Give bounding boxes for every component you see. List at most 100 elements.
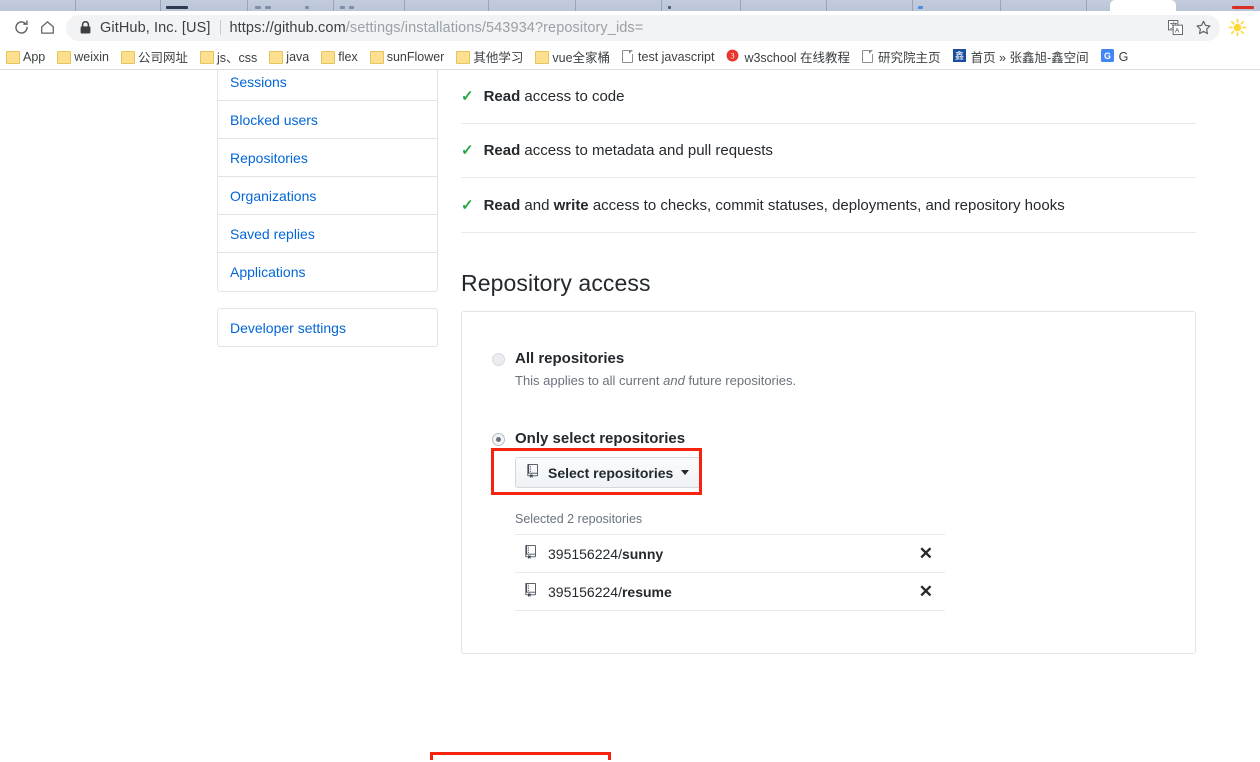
permission-bold-prefix: Read — [483, 142, 521, 159]
permission-row: ✓ Read access to metadata and pull reque… — [461, 124, 1196, 178]
reload-icon[interactable] — [8, 15, 34, 41]
only-select-block: Only select repositories Select reposito… — [491, 430, 1165, 611]
bookmark-item[interactable]: vue全家桶 — [529, 46, 616, 68]
omnibox-divider — [219, 20, 221, 35]
bookmark-item[interactable]: js、css — [194, 46, 263, 68]
bookmark-label: sunFlower — [386, 49, 445, 64]
folder-icon — [321, 51, 336, 64]
google-icon: G — [1100, 48, 1114, 65]
home-icon[interactable] — [34, 15, 60, 41]
bookmark-item[interactable]: weixin — [51, 46, 115, 68]
bookmark-label: 研究院主页 — [878, 51, 941, 65]
bookmark-label: App — [23, 49, 46, 64]
bookmark-label: flex — [338, 49, 358, 64]
bookmark-label: js、css — [217, 51, 258, 65]
folder-icon — [269, 51, 284, 64]
permission-rest: access to checks, commit statuses, deplo… — [588, 196, 1065, 214]
page-content: Sessions Blocked users Repositories Orga… — [0, 70, 1260, 760]
select-repositories-wrap: Select repositories — [491, 448, 702, 495]
star-icon[interactable] — [1190, 15, 1216, 41]
repository-owner: 395156224/ — [548, 583, 622, 600]
bookmark-item[interactable]: 其他学习 — [450, 46, 529, 68]
sidebar-item-label: Sessions — [230, 73, 287, 90]
sidebar-item-applications[interactable]: Applications — [218, 253, 437, 291]
bookmark-label: java — [286, 49, 310, 64]
omnibox-actions: 文 A — [1162, 15, 1216, 41]
browser-tab-strip[interactable] — [0, 0, 1260, 11]
sidebar-item-label: Applications — [230, 264, 306, 280]
folder-icon — [369, 51, 384, 64]
bookmark-item[interactable]: App — [0, 46, 51, 68]
main-column: ✓ Read access to code ✓ Read access to m… — [461, 70, 1196, 654]
close-icon[interactable]: ✕ — [919, 545, 939, 562]
bookmark-item[interactable]: sunFlower — [364, 46, 451, 68]
help-after: future repositories. — [684, 373, 797, 388]
radio-all-repositories[interactable] — [492, 353, 505, 366]
browser-toolbar: GitHub, Inc. [US] https://github.com/set… — [0, 11, 1260, 44]
selected-repositories-list: 395156224/sunny ✕ 395156224/resume ✕ — [515, 534, 945, 611]
bookmark-item[interactable]: flex — [315, 46, 363, 68]
close-icon[interactable]: ✕ — [919, 583, 939, 600]
only-select-label: Only select repositories — [515, 430, 686, 447]
w3school-icon: 3 — [726, 49, 739, 65]
sun-icon[interactable] — [1222, 15, 1252, 41]
bookmark-item[interactable]: test javascript — [616, 46, 720, 68]
sidebar-item-developer-settings[interactable]: Developer settings — [218, 309, 437, 346]
repo-icon — [525, 583, 538, 600]
bookmark-item[interactable]: 鑫 首页 » 张鑫旭-鑫空间 — [947, 46, 1095, 68]
bookmark-item[interactable]: 研究院主页 — [856, 46, 947, 68]
chevron-down-icon — [681, 470, 690, 475]
only-select-option[interactable]: Only select repositories — [492, 430, 1165, 447]
sidebar-item-label: Saved replies — [230, 225, 315, 242]
browser-chrome: GitHub, Inc. [US] https://github.com/set… — [0, 0, 1260, 70]
repo-icon — [525, 545, 538, 562]
check-icon: ✓ — [461, 88, 474, 105]
sidebar-item-repositories[interactable]: Repositories — [218, 139, 437, 177]
repository-owner: 395156224/ — [548, 545, 622, 562]
bookmark-item[interactable]: G G — [1095, 46, 1135, 68]
help-italic: and — [663, 373, 685, 388]
bookmark-label: 首页 » 张鑫旭-鑫空间 — [970, 51, 1089, 65]
radio-only-select-repositories[interactable] — [492, 433, 505, 446]
bookmark-item[interactable]: 公司网址 — [115, 46, 194, 68]
bookmarks-bar[interactable]: App weixin 公司网址 js、css java flex sunFlow… — [0, 44, 1260, 70]
repo-icon — [527, 464, 540, 481]
svg-text:A: A — [1175, 28, 1180, 35]
bookmark-item[interactable]: java — [263, 46, 315, 68]
url-host: https://github.com — [229, 19, 346, 36]
select-repositories-button[interactable]: Select repositories — [515, 457, 702, 488]
bookmark-label: weixin — [74, 49, 109, 64]
svg-text:G: G — [1104, 50, 1111, 60]
all-repositories-option[interactable]: All repositories This applies to all cur… — [492, 350, 1165, 388]
repository-name: 395156224/resume — [548, 584, 919, 600]
bookmark-label: G — [1118, 49, 1129, 64]
folder-icon — [121, 51, 135, 64]
folder-icon — [456, 51, 471, 64]
sidebar-item-organizations[interactable]: Organizations — [218, 177, 437, 215]
table-row: 395156224/resume ✕ — [515, 573, 945, 611]
sidebar-item-saved-replies[interactable]: Saved replies — [218, 215, 437, 253]
permission-bold-prefix: Read — [483, 196, 521, 214]
svg-text:3: 3 — [731, 51, 735, 60]
sidebar-item-label: Repositories — [230, 149, 308, 166]
permission-bold-second: write — [553, 196, 589, 214]
repository-access-panel: All repositories This applies to all cur… — [461, 311, 1196, 654]
check-icon: ✓ — [461, 142, 474, 159]
url-text: https://github.com/settings/installation… — [230, 20, 644, 36]
all-repositories-help: This applies to all current and future r… — [515, 373, 796, 388]
bookmark-label: w3school 在线教程 — [744, 51, 851, 65]
address-bar[interactable]: GitHub, Inc. [US] https://github.com/set… — [66, 14, 1220, 41]
check-icon: ✓ — [461, 196, 474, 214]
sidebar-item-label: Blocked users — [230, 111, 318, 128]
page-title: Repository access — [461, 270, 651, 296]
bookmark-item[interactable]: 3 w3school 在线教程 — [720, 46, 856, 68]
permission-row: ✓ Read access to code — [461, 70, 1196, 124]
sidebar-item-sessions[interactable]: Sessions — [218, 70, 437, 101]
page-icon — [622, 50, 634, 63]
bookmark-label: 其他学习 — [473, 51, 524, 65]
translate-icon[interactable]: 文 A — [1162, 15, 1188, 41]
all-repositories-label: All repositories — [515, 350, 625, 367]
repository-name: 395156224/sunny — [548, 546, 919, 562]
folder-icon — [57, 51, 72, 64]
sidebar-item-blocked-users[interactable]: Blocked users — [218, 101, 437, 139]
